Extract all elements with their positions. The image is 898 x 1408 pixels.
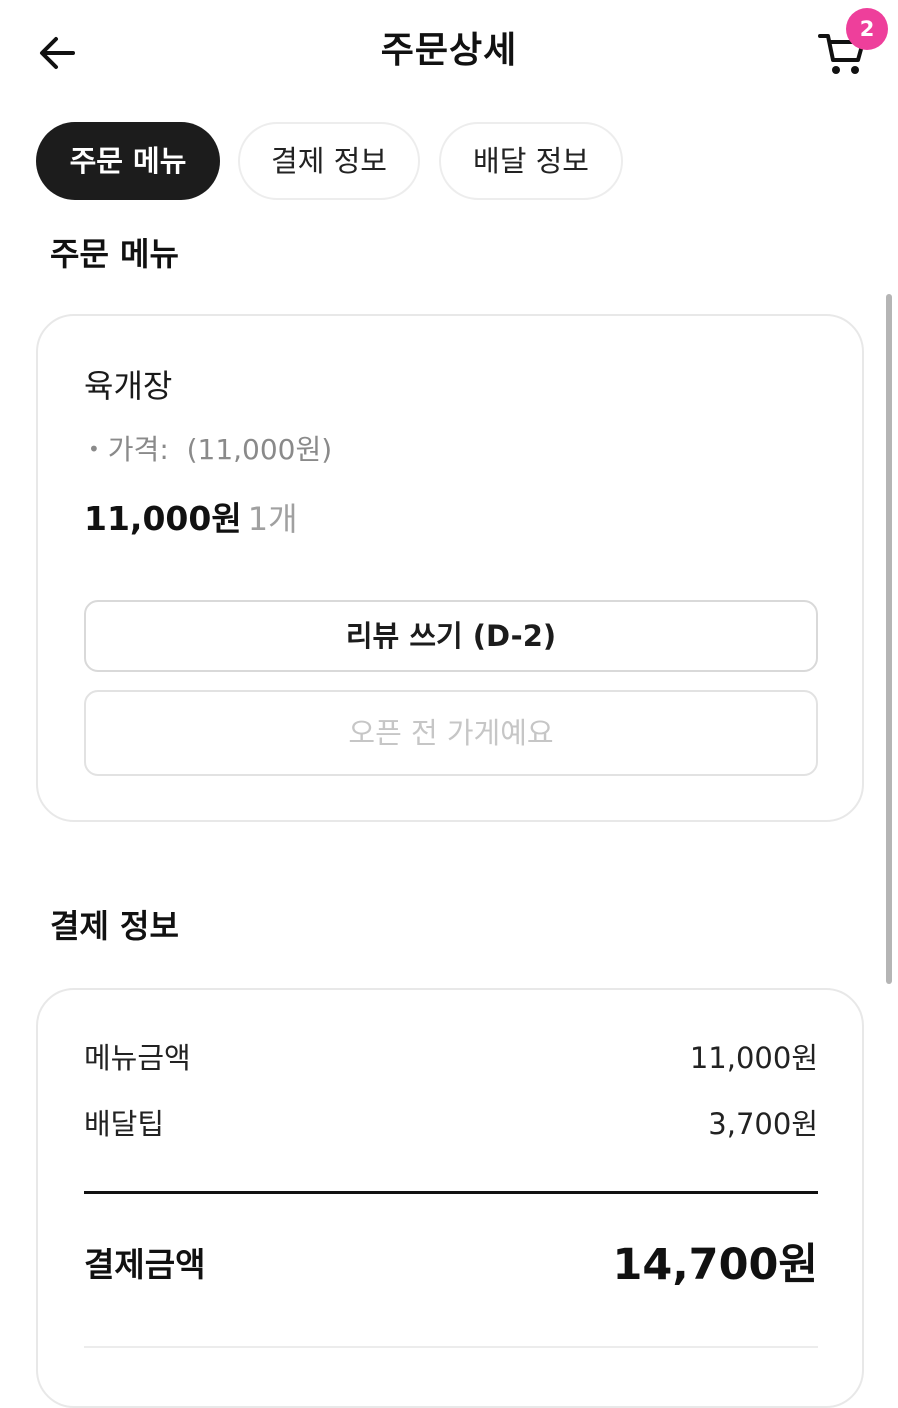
payment-total-value: 14,700원 xyxy=(612,1240,819,1290)
order-menu-section-title: 주문 메뉴 xyxy=(50,235,179,273)
menu-item-option: • 가격: (11,000원) xyxy=(88,430,332,472)
payment-row-value: 3,700원 xyxy=(708,1107,818,1141)
cart-count-badge: 2 xyxy=(846,8,888,50)
tab-delivery-info[interactable]: 배달 정보 xyxy=(439,122,623,200)
payment-total-label: 결제금액 xyxy=(84,1245,206,1284)
menu-option-label: 가격: xyxy=(107,433,169,466)
payment-total-row: 결제금액 14,700원 xyxy=(84,1234,818,1304)
payment-row-label: 배달팁 xyxy=(84,1107,165,1141)
tab-payment-info[interactable]: 결제 정보 xyxy=(238,122,420,200)
divider xyxy=(84,1191,818,1194)
payment-info-section-title: 결제 정보 xyxy=(50,907,179,945)
menu-item-quantity: 1개 xyxy=(247,500,298,538)
cart-button[interactable]: 2 xyxy=(812,8,888,82)
menu-item-price: 11,000원 xyxy=(84,499,242,538)
divider xyxy=(84,1346,818,1348)
payment-row-value: 11,000원 xyxy=(689,1041,818,1075)
scrollbar[interactable] xyxy=(886,294,892,984)
payment-info-card: 메뉴금액 11,000원 배달팁 3,700원 결제금액 14,700원 xyxy=(36,988,864,1408)
bullet: • xyxy=(88,437,100,461)
page-title: 주문상세 xyxy=(380,30,518,71)
menu-option-value: (11,000원) xyxy=(186,433,333,466)
payment-row-label: 메뉴금액 xyxy=(84,1041,191,1075)
menu-price-row: 11,000원 1개 xyxy=(84,496,298,548)
order-menu-card: 육개장 • 가격: (11,000원) 11,000원 1개 리뷰 쓰기 (D-2)… xyxy=(36,314,864,822)
tab-order-menu[interactable]: 주문 메뉴 xyxy=(36,122,220,200)
top-app-bar: 주문상세 2 xyxy=(0,0,898,104)
store-closed-button: 오픈 전 가게예요 xyxy=(84,690,818,776)
menu-item-name: 육개장 xyxy=(84,367,173,405)
write-review-button[interactable]: 리뷰 쓰기 (D-2) xyxy=(84,600,818,672)
